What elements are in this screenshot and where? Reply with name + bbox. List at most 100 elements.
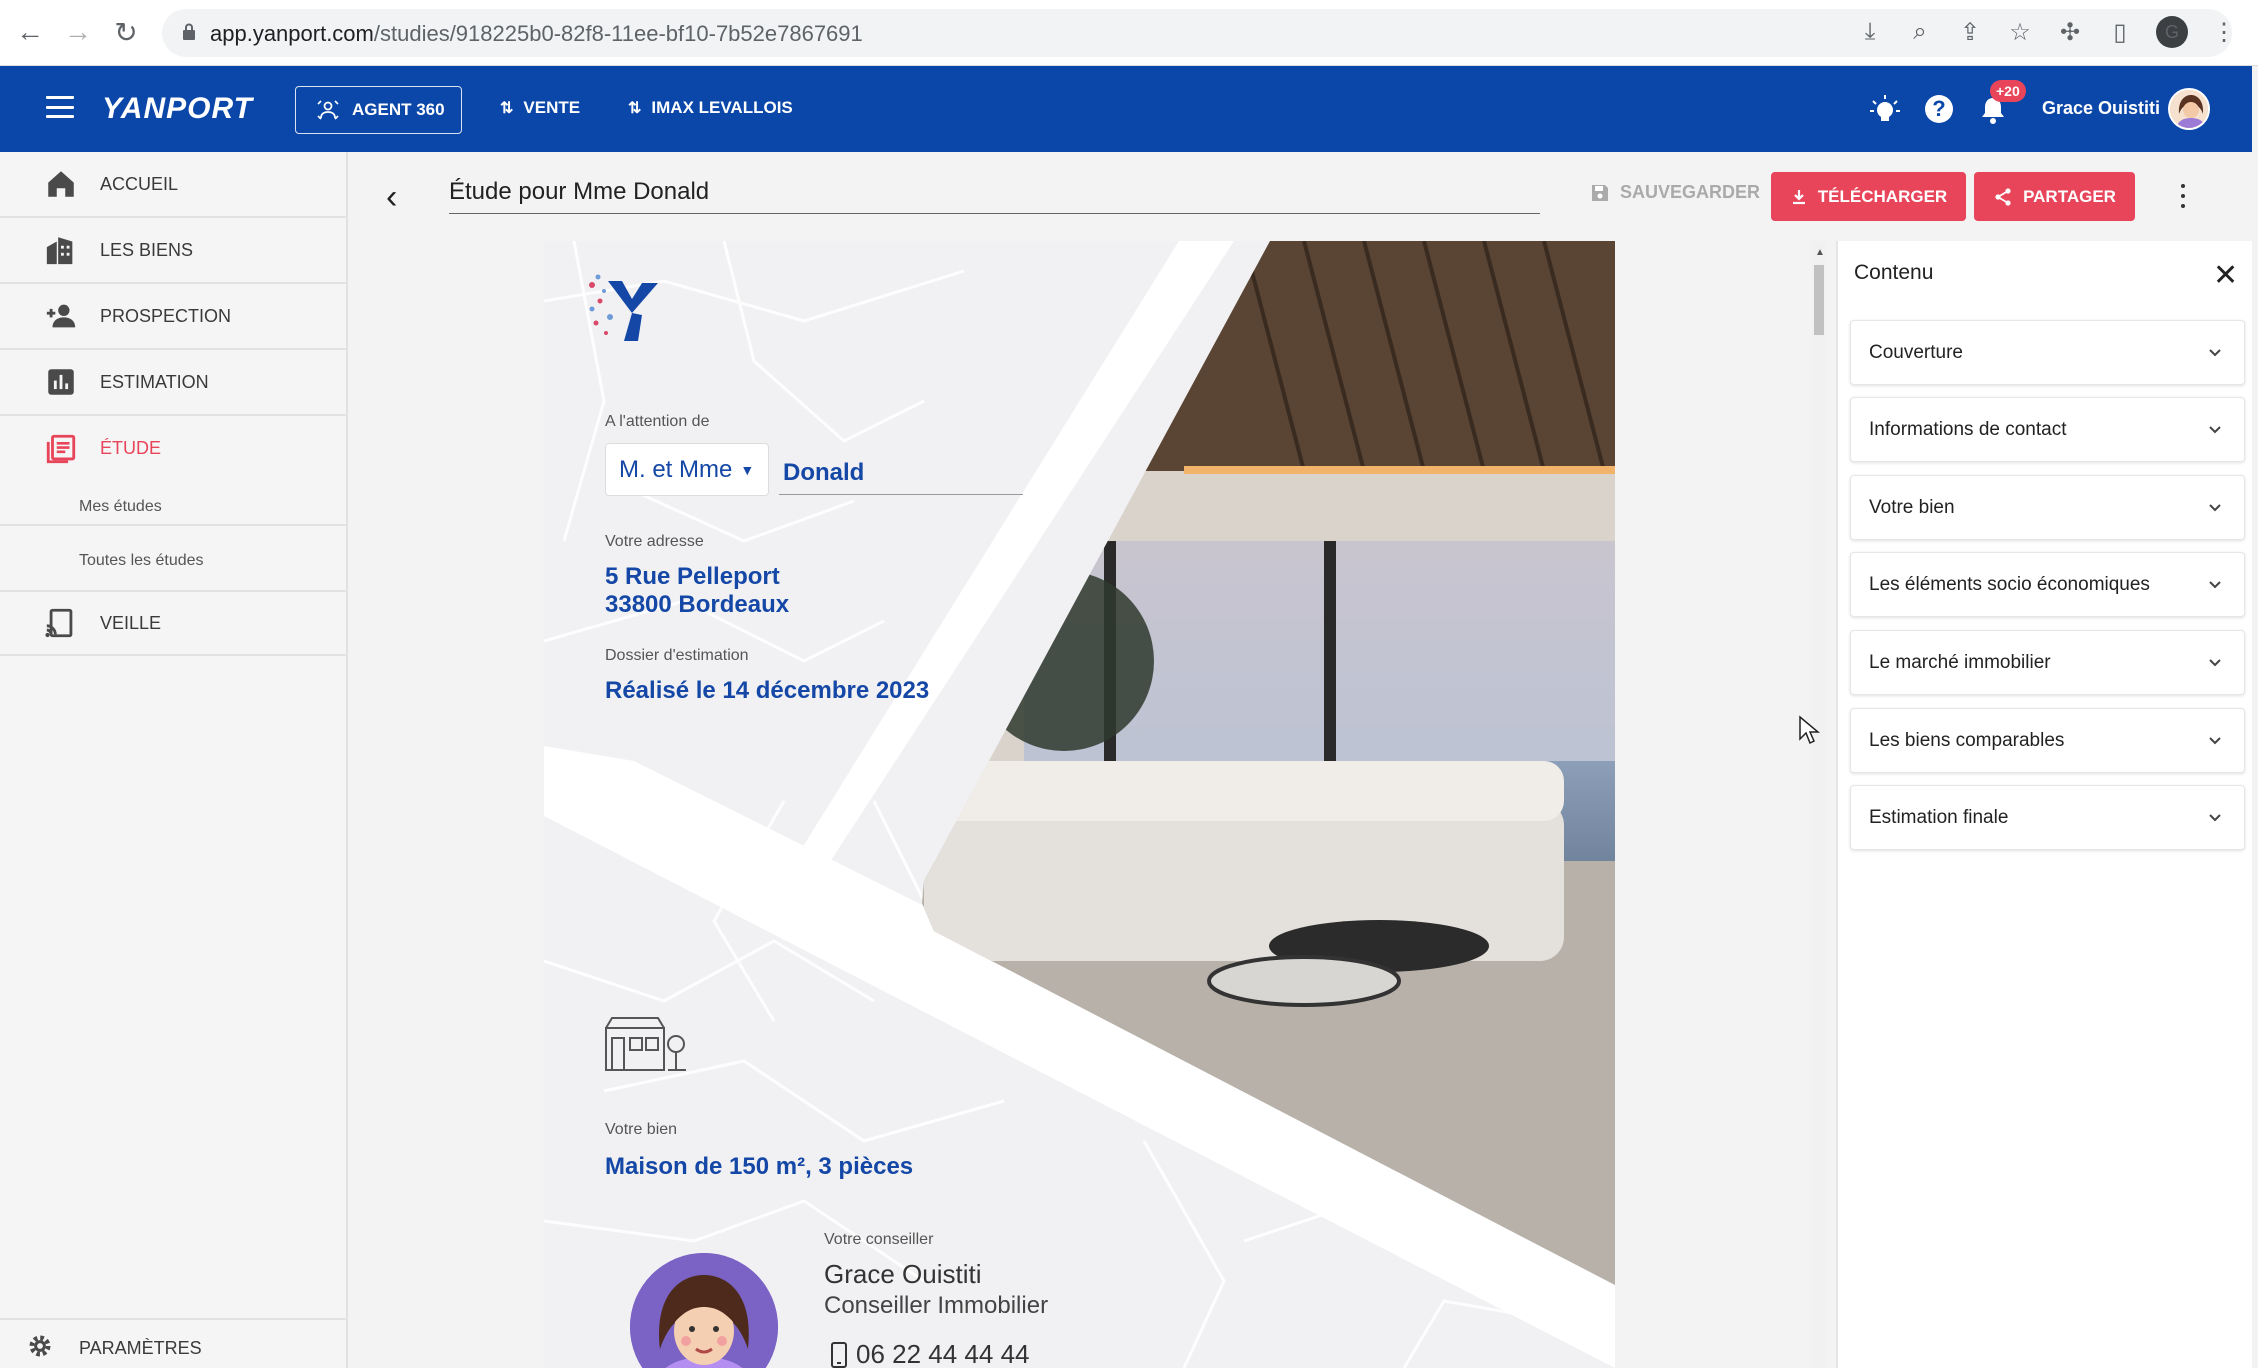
bookmark-star-icon[interactable]: ☆ <box>2006 14 2034 50</box>
browser-toolbar: ← → ↻ app.yanport.com/studies/918225b0-8… <box>0 0 2258 66</box>
bien-label: Votre bien <box>605 1121 678 1138</box>
app-header: YANPORT AGENT 360 ⇅ VENTE ⇅ IMAX LEVALLO… <box>0 66 2252 152</box>
reload-icon[interactable]: ↻ <box>108 14 144 50</box>
zoom-icon[interactable]: ⌕ <box>1906 14 1934 50</box>
back-chevron-icon[interactable]: ‹ <box>386 178 397 217</box>
advisor-role: Conseiller Immobilier <box>824 1292 1049 1319</box>
save-label: SAUVEGARDER <box>1620 182 1761 202</box>
sidebar-item-label: PROSPECTION <box>100 305 232 326</box>
share-icon <box>1995 187 2011 206</box>
section-label: Estimation finale <box>1869 807 2009 828</box>
sidebar-sub-mes-etudes[interactable]: Mes études <box>79 498 162 516</box>
section-marche-immobilier[interactable]: Le marché immobilier <box>1850 630 2245 695</box>
section-biens-comparables[interactable]: Les biens comparables <box>1850 708 2245 773</box>
section-label: Les éléments socio économiques <box>1869 574 2150 595</box>
forward-arrow-icon[interactable]: → <box>60 14 96 50</box>
sidebar-item-label: ÉTUDE <box>100 438 162 458</box>
document-scrollbar[interactable]: ▲ <box>1812 241 1826 1368</box>
living-room-photo <box>922 241 1615 1285</box>
sidebar-item-les-biens[interactable]: LES BIENS <box>0 218 348 284</box>
chevron-down-icon <box>2209 426 2221 434</box>
download-label: TÉLÉCHARGER <box>1817 186 1948 206</box>
agent-360-button[interactable]: AGENT 360 <box>295 86 462 134</box>
save-button[interactable]: SAUVEGARDER <box>1590 182 1760 203</box>
back-arrow-icon[interactable]: ← <box>12 14 48 50</box>
extensions-icon[interactable]: ✣ <box>2056 14 2084 50</box>
mouse-cursor-icon <box>1799 715 1820 745</box>
sidebar-item-label: VEILLE <box>100 612 162 633</box>
advisor-label: Votre conseiller <box>824 1231 934 1248</box>
chevron-down-icon <box>2209 581 2221 589</box>
add-person-icon <box>46 304 76 328</box>
cast-icon <box>45 608 73 638</box>
dossier-value: Réalisé le 14 décembre 2023 <box>605 677 930 704</box>
install-icon[interactable]: ⤓ <box>1856 14 1884 50</box>
section-votre-bien[interactable]: Votre bien <box>1850 475 2245 540</box>
study-title-input[interactable]: Étude pour Mme Donald <box>449 174 1540 214</box>
home-icon <box>48 171 74 197</box>
agent-icon <box>317 100 339 120</box>
chevron-down-icon <box>2209 814 2221 822</box>
nav-agency[interactable]: ⇅ IMAX LEVALLOIS <box>628 98 793 118</box>
menu-icon[interactable] <box>46 96 74 118</box>
lock-icon <box>183 23 195 40</box>
sidebar: ACCUEIL LES BIENS PROSPECTION ESTIMATION… <box>0 152 348 1368</box>
sidebar-item-veille[interactable]: VEILLE <box>0 590 348 656</box>
sidebar-item-etude[interactable]: ÉTUDE <box>0 416 348 526</box>
nav-vente[interactable]: ⇅ VENTE <box>500 98 580 118</box>
chevron-down-icon <box>2209 504 2221 512</box>
user-name[interactable]: Grace Ouistiti <box>2042 98 2160 119</box>
sidebar-item-label: ESTIMATION <box>100 371 209 392</box>
phone-icon <box>831 1341 847 1368</box>
scroll-up-arrow-icon[interactable]: ▲ <box>1815 247 1825 258</box>
dossier-label: Dossier d'estimation <box>605 647 749 664</box>
house-icon <box>605 1017 686 1071</box>
section-informations-contact[interactable]: Informations de contact <box>1850 397 2245 462</box>
profile-avatar[interactable]: G <box>2156 16 2188 48</box>
download-button[interactable]: TÉLÉCHARGER <box>1771 172 1966 221</box>
share-page-icon[interactable]: ⇪ <box>1956 14 1984 50</box>
help-icon[interactable]: ? <box>1925 95 1953 123</box>
agent-360-label: AGENT 360 <box>352 100 445 119</box>
more-options-icon[interactable] <box>2176 184 2190 208</box>
address-label: Votre adresse <box>605 533 704 550</box>
share-button[interactable]: PARTAGER <box>1974 172 2135 221</box>
address-line-2: 33800 Bordeaux <box>605 591 790 618</box>
swap-vertical-icon: ⇅ <box>500 100 514 117</box>
company-logo-icon <box>589 274 658 341</box>
section-estimation-finale[interactable]: Estimation finale <box>1850 785 2245 850</box>
sidebar-item-label: LES BIENS <box>100 239 194 260</box>
sidebar-item-parametres[interactable]: PARAMÈTRES <box>0 1318 348 1368</box>
scrollbar-thumb[interactable] <box>1814 265 1824 335</box>
advisor-phone: 06 22 44 44 44 <box>830 1339 1030 1368</box>
url-path: /studies/918225b0-82f8-11ee-bf10-7b52e78… <box>373 21 863 46</box>
salutation-value: M. et Mme <box>619 455 733 483</box>
yanport-logo[interactable]: YANPORT <box>102 92 253 126</box>
client-name-input[interactable]: Donald <box>779 455 1023 495</box>
sidebar-item-label: PARAMÈTRES <box>79 1338 202 1358</box>
close-icon[interactable]: ✕ <box>2213 261 2238 291</box>
advisor-phone-number: 06 22 44 44 44 <box>856 1339 1030 1368</box>
salutation-select[interactable]: M. et Mme ▼ <box>605 443 769 496</box>
panel-title: Contenu <box>1854 261 1934 284</box>
browser-menu-icon[interactable]: ⋮ <box>2210 14 2238 50</box>
user-avatar[interactable] <box>2168 88 2210 130</box>
sidebar-item-accueil[interactable]: ACCUEIL <box>0 152 348 218</box>
chevron-down-icon <box>2209 659 2221 667</box>
sidebar-sub-toutes-etudes[interactable]: Toutes les études <box>79 552 204 570</box>
url-host: app.yanport.com <box>210 21 374 46</box>
document-list-icon <box>46 434 76 464</box>
section-couverture[interactable]: Couverture <box>1850 320 2245 385</box>
gear-icon <box>29 1335 51 1357</box>
attention-label: A l'attention de <box>605 413 710 430</box>
address-line-1: 5 Rue Pelleport <box>605 563 780 590</box>
buildings-icon <box>46 237 73 265</box>
swap-vertical-icon: ⇅ <box>628 100 642 117</box>
section-label: Le marché immobilier <box>1869 652 2051 673</box>
study-cover-page: A l'attention de M. et Mme ▼ Donald Votr… <box>544 241 1615 1368</box>
sidebar-item-estimation[interactable]: ESTIMATION <box>0 350 348 416</box>
section-socio-economiques[interactable]: Les éléments socio économiques <box>1850 552 2245 617</box>
sidebar-item-prospection[interactable]: PROSPECTION <box>0 284 348 350</box>
lightbulb-icon[interactable] <box>1868 92 1902 126</box>
side-panel-icon[interactable]: ▯ <box>2106 14 2134 50</box>
